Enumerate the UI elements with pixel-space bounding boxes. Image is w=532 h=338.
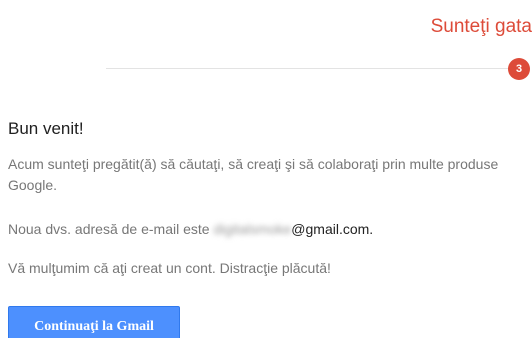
blurred-username: digitalsmoke	[213, 221, 292, 237]
progress-line	[106, 68, 516, 69]
continue-to-gmail-button[interactable]: Continuaţi la Gmail	[8, 306, 180, 338]
step-number-badge: 3	[508, 58, 530, 80]
thanks-text: Vă mulţumim că aţi creat un cont. Distra…	[8, 260, 331, 276]
email-period: .	[369, 221, 374, 237]
email-prefix-text: Noua dvs. adresă de e-mail este	[8, 221, 214, 237]
step-title: Sunteţi gata	[430, 16, 532, 37]
signup-complete-page: Sunteţi gata 3 Bun venit! Acum sunteţi p…	[0, 0, 532, 338]
welcome-intro-text: Acum sunteţi pregătit(ă) să căutaţi, să …	[8, 156, 499, 193]
new-email-text: Noua dvs. adresă de e-mail este digitals…	[8, 219, 373, 240]
email-domain-text: @gmail.com	[291, 221, 370, 237]
welcome-heading: Bun venit!	[8, 119, 84, 138]
